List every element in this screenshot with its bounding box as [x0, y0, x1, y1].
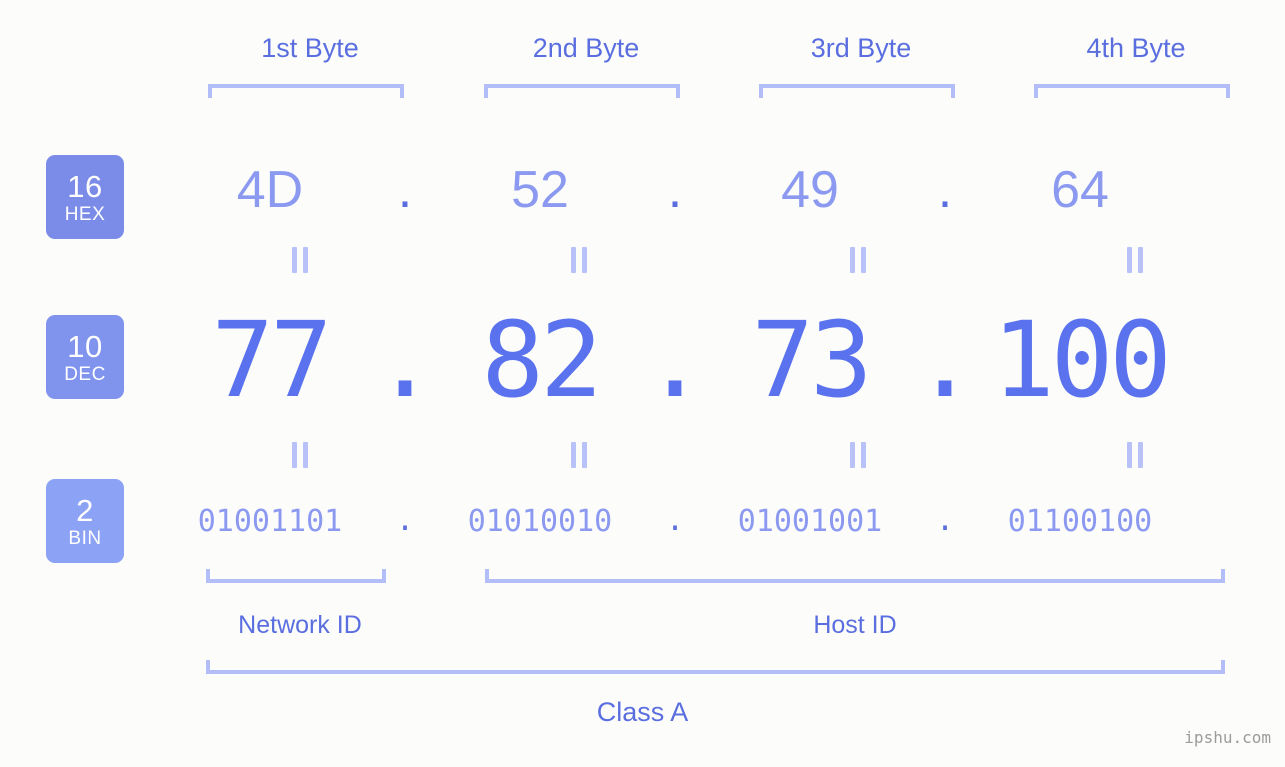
equals-icon-dec-bin-3	[845, 441, 871, 469]
dec-separator-3: .	[913, 299, 977, 421]
equals-icon-dec-bin-1	[287, 441, 313, 469]
hex-separator-2: .	[667, 160, 683, 219]
byte-bracket-4	[1034, 84, 1230, 98]
equals-icon-hex-dec-4	[1122, 246, 1148, 274]
equals-icon-dec-bin-4	[1122, 441, 1148, 469]
base-badge-hex: 16 HEX	[46, 155, 124, 239]
network-id-bracket	[206, 569, 386, 583]
bin-octet-4: 01100100	[1007, 503, 1153, 539]
ip-breakdown-diagram: 1st Byte 2nd Byte 3rd Byte 4th Byte 16 H…	[0, 0, 1285, 767]
base-badge-bin: 2 BIN	[46, 479, 124, 563]
byte-header-4: 4th Byte	[1086, 33, 1186, 63]
hex-separator-1: .	[397, 160, 413, 219]
bin-separator-3: .	[935, 503, 955, 538]
bin-separator-2: .	[665, 503, 685, 538]
hex-octet-2: 52	[511, 161, 569, 219]
dec-octet-3: 73	[751, 299, 872, 421]
equals-icon-hex-dec-1	[287, 246, 313, 274]
byte-bracket-3	[759, 84, 955, 98]
base-badge-dec-abbr: DEC	[64, 363, 106, 385]
equals-icon-dec-bin-2	[566, 441, 592, 469]
dec-octet-4: 100	[992, 299, 1172, 421]
dec-octet-1: 77	[211, 299, 332, 421]
host-id-bracket	[485, 569, 1225, 583]
equals-icon-hex-dec-2	[566, 246, 592, 274]
watermark: ipshu.com	[1184, 728, 1271, 747]
hex-value-row: 4D . 52 . 49 . 64	[170, 150, 1250, 230]
byte-bracket-1	[208, 84, 404, 98]
bin-separator-1: .	[395, 503, 415, 538]
bin-value-row: 01001101 . 01010010 . 01001001 . 0110010…	[170, 492, 1250, 550]
class-label: Class A	[596, 697, 689, 727]
byte-header-2: 2nd Byte	[532, 33, 640, 63]
hex-octet-1: 4D	[236, 161, 304, 219]
base-badge-bin-number: 2	[76, 492, 94, 528]
dec-separator-2: .	[643, 299, 707, 421]
host-id-label: Host ID	[813, 611, 897, 639]
base-badge-dec-number: 10	[67, 328, 103, 364]
base-badge-bin-abbr: BIN	[68, 527, 102, 549]
base-badge-dec: 10 DEC	[46, 315, 124, 399]
class-bracket	[206, 660, 1225, 674]
bin-octet-3: 01001001	[737, 503, 883, 539]
hex-octet-4: 64	[1051, 161, 1109, 219]
byte-header-1: 1st Byte	[261, 33, 359, 63]
dec-value-row: 77 . 82 . 73 . 100	[170, 295, 1250, 425]
byte-bracket-2	[484, 84, 680, 98]
dec-octet-2: 82	[481, 299, 602, 421]
hex-separator-3: .	[937, 160, 953, 219]
bin-octet-2: 01010010	[467, 503, 613, 539]
network-id-label: Network ID	[238, 611, 362, 639]
byte-header-3: 3rd Byte	[810, 33, 912, 63]
base-badge-hex-abbr: HEX	[64, 203, 106, 225]
hex-octet-3: 49	[781, 161, 839, 219]
equals-icon-hex-dec-3	[845, 246, 871, 274]
dec-separator-1: .	[373, 299, 437, 421]
base-badge-hex-number: 16	[67, 168, 103, 204]
bin-octet-1: 01001101	[197, 503, 343, 539]
